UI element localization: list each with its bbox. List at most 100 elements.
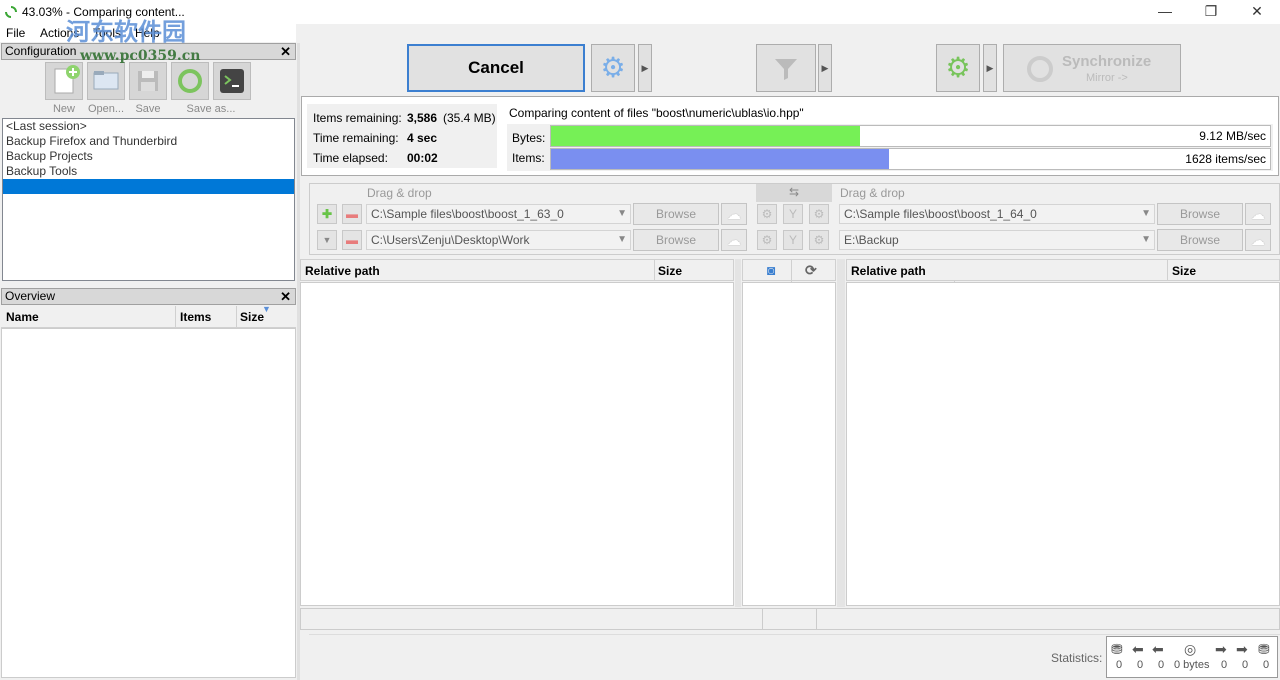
add-folder-pair-button[interactable]: ✚: [317, 204, 337, 224]
delete-right-icon: ⛃: [1258, 641, 1270, 657]
save-label: Save: [135, 103, 161, 115]
right-cloud-1-button[interactable]: ☁: [1245, 203, 1271, 225]
filter-settings-button[interactable]: [756, 44, 816, 92]
overview-tree[interactable]: [1, 328, 296, 678]
pair-2-sync-settings[interactable]: ⚙: [809, 230, 829, 250]
time-remaining-label: Time remaining:: [313, 131, 399, 145]
stat-bytes: 0 bytes: [1174, 659, 1210, 671]
bytes-rate: 9.12 MB/sec: [1199, 129, 1266, 143]
title-bar: 43.03% - Comparing content... — ❐ ✕: [0, 0, 1280, 24]
pair-1-sync-settings[interactable]: ⚙: [809, 204, 829, 224]
right-cloud-2-button[interactable]: ☁: [1245, 229, 1271, 251]
save-as-icon: [178, 69, 202, 93]
gear-icon: ⚙: [813, 233, 825, 247]
new-config-button[interactable]: [45, 62, 83, 100]
camera-icon[interactable]: ◙: [767, 262, 775, 278]
save-as-label: Save as...: [186, 103, 236, 115]
config-item-work[interactable]: Backup Work: [3, 179, 294, 194]
pair-2-filter[interactable]: Y: [783, 230, 803, 250]
right-file-grid[interactable]: [846, 282, 1280, 606]
stat-update-right: 0: [1242, 659, 1249, 671]
sync-variant-dropdown[interactable]: ▶: [983, 44, 997, 92]
right-folder-1-input[interactable]: C:\Sample files\boost\boost_1_64_0 ▼: [839, 204, 1155, 224]
save-as-config-button[interactable]: [171, 62, 209, 100]
left-cloud-2-button[interactable]: ☁: [721, 229, 747, 251]
left-folder-2-input[interactable]: C:\Users\Zenju\Desktop\Work ▼: [366, 230, 631, 250]
left-col-relative-path[interactable]: Relative path: [305, 264, 380, 278]
batch-job-button[interactable]: [213, 62, 251, 100]
right-col-relative-path[interactable]: Relative path: [851, 264, 926, 278]
synchronize-button[interactable]: Synchronize Mirror ->: [1003, 44, 1181, 92]
move-down-button[interactable]: ▼: [317, 230, 337, 250]
watermark-logo: 河东软件园: [66, 12, 186, 47]
data-icon: ◎: [1184, 641, 1197, 657]
app-sync-icon: [5, 6, 17, 18]
pair-1-compare-settings[interactable]: ⚙: [757, 204, 777, 224]
gear-icon: ⚙: [945, 52, 971, 83]
right-col-size[interactable]: Size: [1172, 264, 1196, 278]
overview-col-items[interactable]: Items: [180, 310, 211, 324]
left-browse-2-button[interactable]: Browse: [633, 229, 719, 251]
left-browse-1-button[interactable]: Browse: [633, 203, 719, 225]
items-progress-bar: 1628 items/sec: [550, 148, 1271, 170]
create-right-icon: ➡: [1215, 641, 1227, 657]
left-folder-1-path: C:\Sample files\boost\boost_1_63_0: [371, 207, 564, 221]
config-item-projects[interactable]: Backup Projects: [3, 149, 294, 164]
pair-1-filter[interactable]: Y: [783, 204, 803, 224]
overview-col-size[interactable]: Size: [240, 310, 264, 324]
remove-folder-pair-2-button[interactable]: ▬: [342, 230, 362, 250]
plus-icon: ✚: [321, 207, 333, 221]
synchronize-label: Synchronize: [1062, 53, 1152, 70]
cancel-button[interactable]: Cancel: [407, 44, 585, 92]
remove-folder-pair-button[interactable]: ▬: [342, 204, 362, 224]
overview-panel-header: Overview ✕: [1, 288, 296, 305]
save-config-button[interactable]: [129, 62, 167, 100]
time-elapsed-value: 00:02: [407, 151, 438, 165]
bytes-progress-fill: [551, 126, 861, 146]
minimize-button[interactable]: —: [1142, 0, 1188, 24]
statistics-label: Statistics:: [1051, 651, 1103, 665]
swap-sides-button[interactable]: ⇆: [756, 184, 832, 202]
status-text: Comparing content of files "boost\numeri…: [509, 106, 804, 120]
close-overview-icon[interactable]: ✕: [280, 289, 291, 304]
items-label: Items:: [512, 151, 545, 165]
close-window-button[interactable]: ✕: [1234, 0, 1280, 24]
left-grid-header: Relative path Size: [300, 259, 955, 282]
left-col-size[interactable]: Size: [658, 264, 682, 278]
sync-settings-button[interactable]: ⚙: [936, 44, 980, 92]
sync-direction-icon[interactable]: ⟳: [805, 262, 817, 279]
left-folder-1-input[interactable]: C:\Sample files\boost\boost_1_63_0 ▼: [366, 204, 631, 224]
stat-update-left: 0: [1137, 659, 1144, 671]
config-item-last-session[interactable]: <Last session>: [3, 119, 294, 134]
bytes-progress-bar: 9.12 MB/sec: [550, 125, 1271, 147]
right-folder-2-input[interactable]: E:\Backup ▼: [839, 230, 1155, 250]
close-configuration-icon[interactable]: ✕: [280, 44, 291, 59]
filter-icon: [775, 59, 797, 80]
compare-settings-button[interactable]: ⚙: [591, 44, 635, 92]
overview-col-name[interactable]: Name: [6, 310, 39, 324]
compare-variant-dropdown[interactable]: ▶: [638, 44, 652, 92]
gear-icon: ⚙: [761, 233, 773, 247]
menu-file[interactable]: File: [6, 26, 25, 40]
maximize-button[interactable]: ❐: [1188, 0, 1234, 24]
left-file-grid[interactable]: [300, 282, 734, 606]
chevron-down-icon: ▼: [617, 208, 627, 219]
cloud-icon: ☁: [1251, 206, 1265, 222]
chevron-right-icon: ▶: [821, 63, 829, 73]
time-elapsed-label: Time elapsed:: [313, 151, 388, 165]
update-right-icon: ➡: [1236, 641, 1248, 657]
filter-dropdown[interactable]: ▶: [818, 44, 832, 92]
left-cloud-1-button[interactable]: ☁: [721, 203, 747, 225]
right-browse-1-button[interactable]: Browse: [1157, 203, 1243, 225]
open-config-button[interactable]: [87, 62, 125, 100]
config-item-tools[interactable]: Backup Tools: [3, 164, 294, 179]
sync-icon: [1027, 56, 1053, 82]
config-item-firefox[interactable]: Backup Firefox and Thunderbird: [3, 134, 294, 149]
right-browse-2-button[interactable]: Browse: [1157, 229, 1243, 251]
stat-create-left: 0: [1116, 659, 1123, 671]
middle-action-grid[interactable]: [742, 282, 836, 606]
watermark-url: www.pc0359.cn: [80, 48, 201, 64]
pair-2-compare-settings[interactable]: ⚙: [757, 230, 777, 250]
filter-icon: Y: [788, 207, 797, 221]
left-drag-drop-label: Drag & drop: [367, 186, 432, 200]
